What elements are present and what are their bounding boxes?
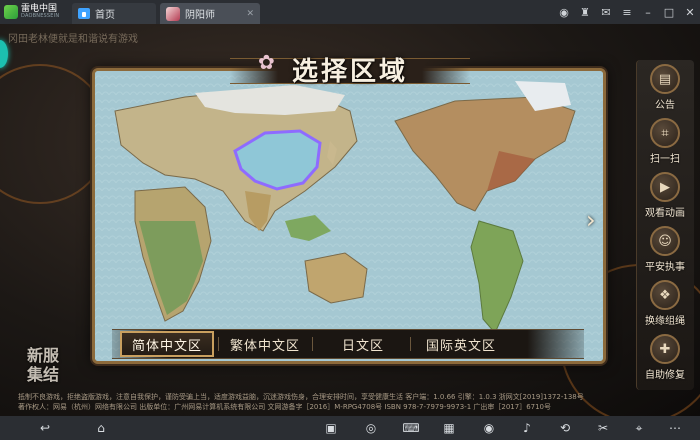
emulator-window: 雷电中国 DAOBNESSEIN 首页 阴阳师 ✕ ◉ ♜ ✉ ≡ – □ ✕ … <box>0 0 700 440</box>
emulator-toolbar: ↩ ⌂ ▣ ◎ ⌨ ▦ ◉ ♪ ⟲ ✂ ⌖ ⋯ <box>0 416 700 440</box>
sakura-flower-icon: ✿ <box>258 50 275 74</box>
tab-onmyoji[interactable]: 阴阳师 ✕ <box>160 3 260 24</box>
keyboard-alt-icon[interactable]: ▦ <box>440 420 458 436</box>
volume-icon[interactable]: ♪ <box>518 420 536 436</box>
emulator-brand: 雷电中国 DAOBNESSEIN <box>0 0 70 24</box>
rope-icon: ❖ <box>650 280 680 310</box>
animation-icon: ▶ <box>650 172 680 202</box>
game-top-notice: 冈田老林便就是和谐说有游戏 <box>8 34 138 45</box>
side-menu-rope[interactable]: ❖ 换缘组绳 <box>640 280 690 330</box>
window-controls: ◉ ♜ ✉ ≡ – □ ✕ <box>558 0 696 24</box>
world-map-graphic <box>95 71 603 361</box>
scissors-icon[interactable]: ✂ <box>594 420 612 436</box>
gamepad-icon[interactable]: ◉ <box>558 6 570 19</box>
back-icon[interactable]: ↩ <box>36 420 54 436</box>
screen-record-icon[interactable]: ▣ <box>322 420 340 436</box>
region-tab-label: 繁体中文区 <box>229 338 300 354</box>
repair-icon: ✚ <box>650 334 680 364</box>
notice-icon: ▤ <box>650 64 680 94</box>
mail-icon[interactable]: ✉ <box>600 6 612 19</box>
brand-subtitle: DAOBNESSEIN <box>21 13 60 19</box>
home-icon[interactable]: ⌂ <box>92 420 110 436</box>
region-tab-japanese[interactable]: 日文区 <box>318 331 408 357</box>
side-menu-label: 扫一扫 <box>650 154 680 165</box>
region-divider <box>410 337 411 351</box>
emulator-logo-icon <box>4 5 18 19</box>
more-icon[interactable]: ⋯ <box>666 420 684 436</box>
legal-notice-line: 抵制不良游戏，拒绝盗版游戏，注意自我保护，谨防受骗上当，适度游戏益脑，沉迷游戏伤… <box>18 393 584 401</box>
legal-notice-line: 著作权人：网易（杭州）网络有限公司 出版单位：广州网易计算机系统有限公司 文网游… <box>18 403 552 411</box>
tab-game-label: 阴阳师 <box>185 10 215 21</box>
close-icon[interactable]: ✕ <box>684 6 696 19</box>
region-tab-label: 日文区 <box>341 338 384 354</box>
region-tab-label: 国际英文区 <box>425 338 496 354</box>
side-menu-notice[interactable]: ▤ 公告 <box>640 64 690 114</box>
tab-close-icon[interactable]: ✕ <box>246 9 254 19</box>
new-server-badge[interactable]: 新服 集结 <box>14 346 72 384</box>
side-menu-label: 平安执事 <box>645 262 685 273</box>
side-orb-icon <box>0 40 8 68</box>
eye-icon[interactable]: ◉ <box>480 420 498 436</box>
region-divider <box>218 337 219 351</box>
region-tab-simplified-chinese[interactable]: 简体中文区 <box>120 331 214 357</box>
world-map <box>92 68 606 364</box>
new-server-line: 集结 <box>26 365 59 384</box>
region-divider <box>312 337 313 351</box>
minimize-icon[interactable]: – <box>642 6 654 19</box>
rotate-icon[interactable]: ⟲ <box>556 420 574 436</box>
onmyoji-app-icon <box>166 6 180 21</box>
butler-icon: ☺ <box>650 226 680 256</box>
title-banner: ✿ 选择区域 <box>200 48 500 90</box>
maximize-icon[interactable]: □ <box>663 6 675 19</box>
tab-home[interactable]: 首页 <box>72 3 156 24</box>
shirt-icon[interactable]: ♜ <box>579 6 591 19</box>
side-menu-animation[interactable]: ▶ 观看动画 <box>640 172 690 222</box>
home-icon <box>78 8 90 19</box>
next-arrow-icon[interactable]: › <box>586 206 596 234</box>
menu-icon[interactable]: ≡ <box>621 6 633 19</box>
side-menu-label: 观看动画 <box>645 208 685 219</box>
side-menu-label: 公告 <box>655 100 675 111</box>
side-menu-butler[interactable]: ☺ 平安执事 <box>640 226 690 276</box>
region-tab-traditional-chinese[interactable]: 繁体中文区 <box>222 331 308 357</box>
region-tab-international-english[interactable]: 国际英文区 <box>414 331 508 357</box>
side-menu-repair[interactable]: ✚ 自助修复 <box>640 334 690 384</box>
side-menu-label: 自助修复 <box>645 370 685 381</box>
emulator-title-bar: 雷电中国 DAOBNESSEIN 首页 阴阳师 ✕ ◉ ♜ ✉ ≡ – □ ✕ <box>0 0 700 24</box>
tab-home-label: 首页 <box>95 10 115 21</box>
gamepad-icon[interactable]: ◎ <box>362 420 380 436</box>
side-menu-label: 换缘组绳 <box>645 316 685 327</box>
page-title: 选择区域 <box>291 56 408 87</box>
keyboard-icon[interactable]: ⌨ <box>402 420 420 436</box>
region-tab-label: 简体中文区 <box>131 338 202 354</box>
location-icon[interactable]: ⌖ <box>630 420 648 436</box>
game-viewport: 冈田老林便就是和谐说有游戏 ✿ 选择区域 简体中文区 繁体中文区 日文区 国际英… <box>0 24 700 416</box>
side-menu-scan[interactable]: ⌗ 扫一扫 <box>640 118 690 168</box>
scan-icon: ⌗ <box>650 118 680 148</box>
legal-notice: 抵制不良游戏，拒绝盗版游戏，注意自我保护，谨防受骗上当，适度游戏益脑，沉迷游戏伤… <box>18 392 698 412</box>
new-server-line: 新服 <box>26 346 59 365</box>
